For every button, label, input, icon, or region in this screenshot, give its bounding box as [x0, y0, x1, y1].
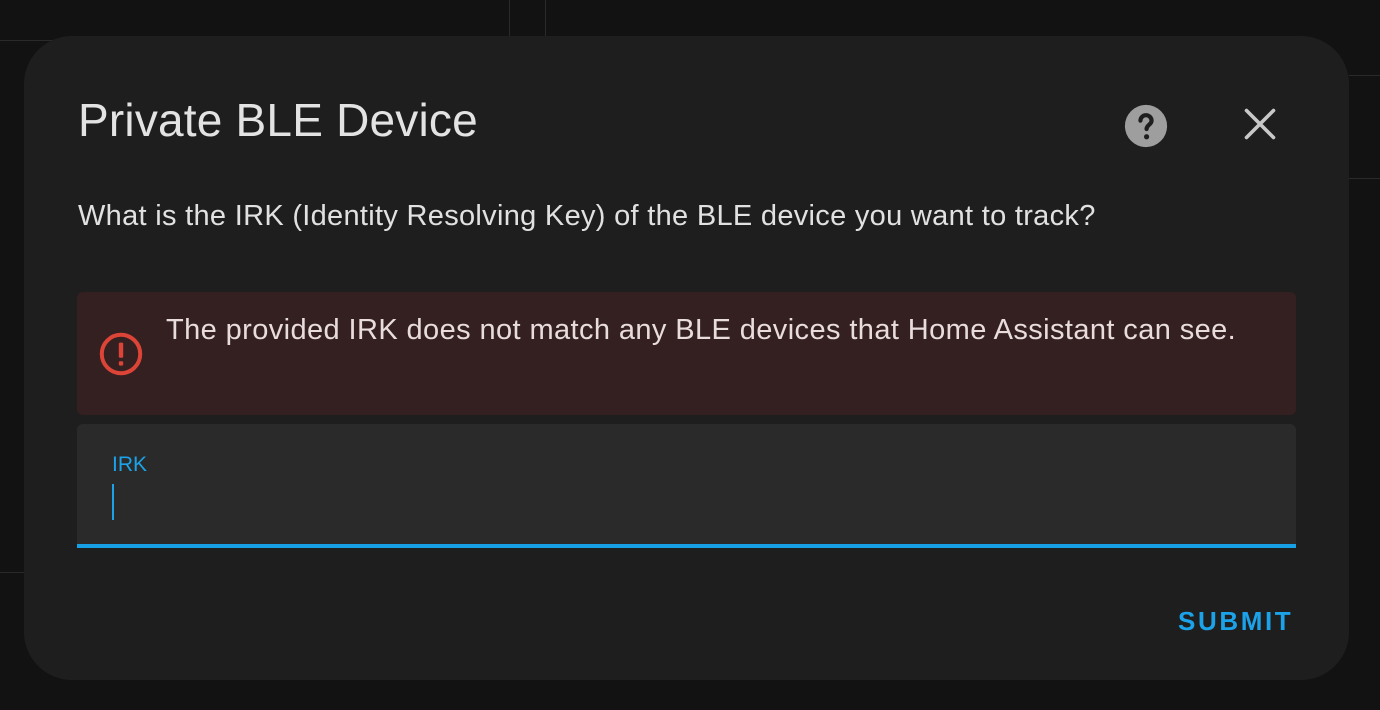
background-divider [545, 0, 546, 36]
background-divider [1349, 178, 1380, 179]
config-flow-dialog: Private BLE Device What is the IRK (Iden… [24, 36, 1349, 680]
close-icon [1244, 108, 1276, 140]
alert-circle-outline-icon [99, 332, 143, 376]
irk-input[interactable] [112, 484, 1262, 520]
dialog-title: Private BLE Device [78, 94, 478, 146]
field-underline [77, 544, 1296, 548]
background-divider [1349, 75, 1380, 76]
close-button[interactable] [1232, 96, 1288, 152]
error-message: The provided IRK does not match any BLE … [166, 314, 1237, 346]
irk-text-field[interactable]: IRK [77, 424, 1296, 548]
dialog-description: What is the IRK (Identity Resolving Key)… [78, 200, 1096, 232]
background-divider [509, 0, 510, 36]
background-divider [0, 572, 24, 573]
error-alert: The provided IRK does not match any BLE … [77, 292, 1296, 415]
text-caret [112, 484, 114, 520]
submit-button[interactable]: SUBMIT [1164, 596, 1307, 646]
help-button[interactable] [1118, 98, 1174, 154]
irk-field-label: IRK [112, 453, 148, 476]
help-circle-icon [1124, 104, 1168, 148]
